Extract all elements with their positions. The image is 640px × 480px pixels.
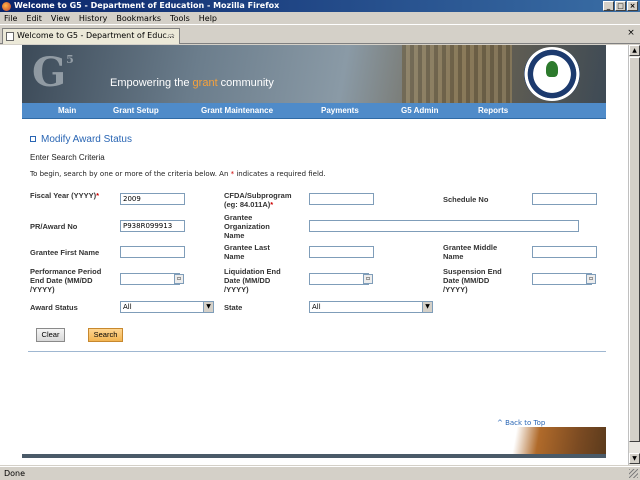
- menu-edit[interactable]: Edit: [26, 12, 42, 24]
- tab-label: Welcome to G5 - Department of Educ...: [17, 31, 175, 40]
- grantee-middle-label: Grantee Middle Name: [443, 243, 498, 261]
- section-icon: [30, 136, 36, 142]
- grantee-last-label: Grantee Last Name: [224, 243, 270, 261]
- cfda-label: CFDA/Subprogram (eg: 84.011A)*: [224, 191, 292, 209]
- liq-end-label: Liquidation End Date (MM/DD /YYYY): [224, 267, 281, 294]
- menu-help[interactable]: Help: [199, 12, 217, 24]
- susp-end-label: Suspension End Date (MM/DD /YYYY): [443, 267, 502, 294]
- grantee-org-label: Grantee Organization Name: [224, 213, 270, 240]
- nav-reports[interactable]: Reports: [478, 106, 508, 115]
- page-icon: [6, 32, 14, 41]
- department-seal: [524, 47, 580, 101]
- window-title-bar: Welcome to G5 - Department of Education …: [0, 0, 640, 12]
- status-text: Done: [4, 469, 26, 478]
- back-to-top-link[interactable]: ^ Back to Top: [497, 419, 545, 427]
- pr-award-no-label: PR/Award No: [30, 222, 78, 231]
- grantee-org-input[interactable]: [309, 220, 579, 232]
- criteria-heading: Enter Search Criteria: [30, 153, 105, 162]
- schedule-no-input[interactable]: [532, 193, 597, 205]
- main-nav: Main Grant Setup Grant Maintenance Payme…: [22, 103, 606, 119]
- footer-bar: [22, 454, 606, 458]
- nav-main[interactable]: Main: [58, 106, 76, 115]
- banner: G5 Empowering the grant community: [22, 45, 606, 103]
- nav-grant-maintenance[interactable]: Grant Maintenance: [201, 106, 273, 115]
- menu-bookmarks[interactable]: Bookmarks: [116, 12, 161, 24]
- cfda-input[interactable]: [309, 193, 374, 205]
- close-tab-icon[interactable]: ×: [626, 29, 636, 39]
- perf-end-label: Performance Period End Date (MM/DD /YYYY…: [30, 267, 102, 294]
- menu-tools[interactable]: Tools: [170, 12, 190, 24]
- divider: [28, 351, 606, 352]
- instructions: To begin, search by one or more of the c…: [30, 170, 326, 178]
- close-window-button[interactable]: ×: [627, 1, 638, 11]
- tree-icon: [546, 61, 558, 77]
- award-status-select[interactable]: All ▼: [120, 301, 214, 313]
- tab-strip: Welcome to G5 - Department of Educ... ⇨ …: [0, 26, 640, 44]
- page-title: Modify Award Status: [30, 134, 132, 145]
- chevron-down-icon: ▼: [422, 302, 432, 312]
- maximize-button[interactable]: □: [615, 1, 626, 11]
- window-title: Welcome to G5 - Department of Education …: [14, 1, 280, 10]
- footer-classroom-image: [22, 427, 606, 457]
- menu-bar: File Edit View History Bookmarks Tools H…: [0, 12, 640, 25]
- menu-view[interactable]: View: [51, 12, 70, 24]
- grantee-first-input[interactable]: [120, 246, 185, 258]
- pr-award-no-input[interactable]: P938R099913: [120, 220, 185, 232]
- menu-file[interactable]: File: [4, 12, 17, 24]
- grantee-first-label: Grantee First Name: [30, 248, 100, 257]
- page-content: G5 Empowering the grant community Main G…: [0, 45, 628, 465]
- scroll-up-icon[interactable]: ▲: [629, 45, 640, 56]
- award-status-label: Award Status: [30, 303, 78, 312]
- state-select[interactable]: All ▼: [309, 301, 433, 313]
- calendar-icon[interactable]: ▫: [363, 274, 373, 284]
- schedule-no-label: Schedule No: [443, 195, 489, 204]
- vertical-scrollbar[interactable]: ▲ ▼: [628, 45, 640, 465]
- calendar-icon[interactable]: ▫: [174, 274, 184, 284]
- resize-grip-icon[interactable]: [629, 469, 638, 478]
- grantee-middle-input[interactable]: [532, 246, 597, 258]
- scroll-thumb[interactable]: [629, 57, 640, 442]
- window-controls: _ □ ×: [603, 1, 638, 11]
- nav-payments[interactable]: Payments: [321, 106, 359, 115]
- nav-grant-setup[interactable]: Grant Setup: [113, 106, 159, 115]
- tagline: Empowering the grant community: [110, 77, 274, 89]
- grantee-last-input[interactable]: [309, 246, 374, 258]
- menu-history[interactable]: History: [79, 12, 107, 24]
- firefox-icon: [2, 2, 11, 11]
- liq-end-input[interactable]: [309, 273, 369, 285]
- calendar-icon[interactable]: ▫: [586, 274, 596, 284]
- scroll-down-icon[interactable]: ▼: [629, 453, 640, 464]
- status-bar: Done: [0, 466, 640, 480]
- fiscal-year-label: Fiscal Year (YYYY)*: [30, 191, 100, 200]
- clear-button[interactable]: Clear: [36, 328, 65, 342]
- browser-tab[interactable]: Welcome to G5 - Department of Educ... ⇨: [2, 28, 180, 44]
- susp-end-input[interactable]: [532, 273, 592, 285]
- library-shelves-image: [402, 45, 512, 103]
- chevron-down-icon: ▼: [203, 302, 213, 312]
- state-label: State: [224, 303, 243, 312]
- minimize-button[interactable]: _: [603, 1, 614, 11]
- fiscal-year-input[interactable]: 2009: [120, 193, 185, 205]
- nav-g5-admin[interactable]: G5 Admin: [401, 106, 438, 115]
- perf-end-input[interactable]: [120, 273, 180, 285]
- search-button[interactable]: Search: [88, 328, 123, 342]
- g5-logo: G5: [32, 49, 74, 96]
- tab-close-icon[interactable]: ⇨: [168, 29, 175, 43]
